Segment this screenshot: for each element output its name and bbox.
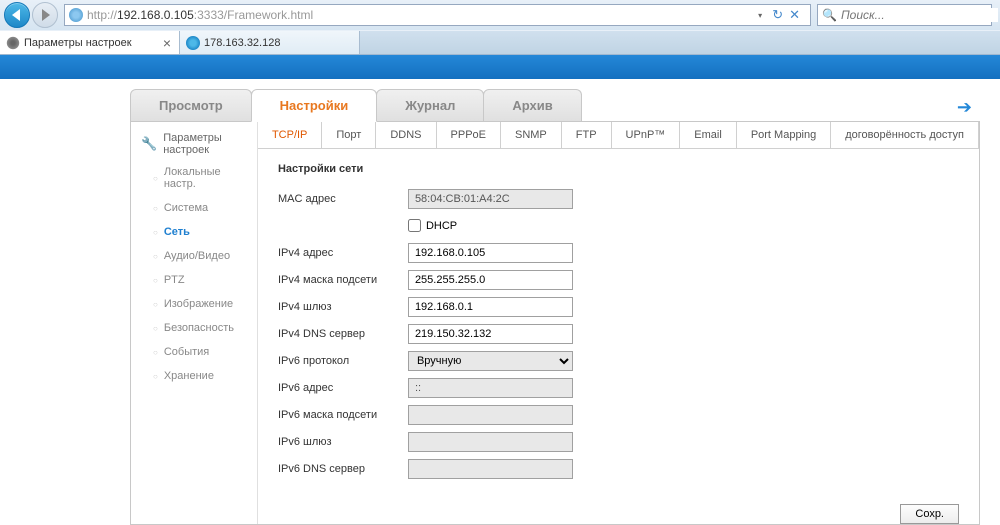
dhcp-checkbox-label[interactable]: DHCP bbox=[408, 219, 457, 232]
ipv6-dns-label: IPv6 DNS сервер bbox=[278, 463, 408, 475]
forward-button[interactable] bbox=[32, 2, 58, 28]
section-title: Настройки сети bbox=[278, 163, 959, 175]
tab-close-button[interactable]: × bbox=[161, 35, 173, 51]
sub-tabs: TCP/IP Порт DDNS PPPoE SNMP FTP UPnP™ Em… bbox=[258, 122, 979, 149]
subtab-portmap[interactable]: Port Mapping bbox=[737, 122, 831, 148]
browser-tab[interactable]: 178.163.32.128 bbox=[180, 31, 360, 54]
nav-bar: http://192.168.0.105:3333/Framework.html… bbox=[0, 0, 1000, 30]
tab-archive[interactable]: Архив bbox=[483, 89, 581, 121]
sidebar-item-ptz[interactable]: PTZ bbox=[131, 268, 257, 292]
ipv6-proto-label: IPv6 протокол bbox=[278, 355, 408, 367]
ipv6-mask-input[interactable] bbox=[408, 405, 573, 425]
sidebar-item-image[interactable]: Изображение bbox=[131, 292, 257, 316]
settings-panel: 🔧 Параметры настроек Локальные настр. Си… bbox=[130, 121, 980, 525]
sidebar-item-storage[interactable]: Хранение bbox=[131, 364, 257, 388]
ipv6-addr-input[interactable] bbox=[408, 378, 573, 398]
sidebar-item-local[interactable]: Локальные настр. bbox=[131, 160, 257, 196]
sidebar-item-av[interactable]: Аудио/Видео bbox=[131, 244, 257, 268]
url-text: http://192.168.0.105:3333/Framework.html bbox=[87, 8, 754, 22]
subtab-pppoe[interactable]: PPPoE bbox=[437, 122, 501, 148]
tab-view[interactable]: Просмотр bbox=[130, 89, 252, 121]
sidebar: 🔧 Параметры настроек Локальные настр. Си… bbox=[131, 122, 258, 524]
ipv6-gw-label: IPv6 шлюз bbox=[278, 436, 408, 448]
wrench-icon: 🔧 bbox=[141, 136, 157, 152]
sidebar-item-security[interactable]: Безопасность bbox=[131, 316, 257, 340]
content-area: TCP/IP Порт DDNS PPPoE SNMP FTP UPnP™ Em… bbox=[258, 122, 979, 524]
sidebar-item-network[interactable]: Сеть bbox=[131, 220, 257, 244]
browser-chrome: http://192.168.0.105:3333/Framework.html… bbox=[0, 0, 1000, 55]
dhcp-checkbox[interactable] bbox=[408, 219, 421, 232]
header-banner bbox=[0, 55, 1000, 79]
ipv4-dns-label: IPv4 DNS сервер bbox=[278, 328, 408, 340]
ipv6-proto-select[interactable]: Вручную bbox=[408, 351, 573, 371]
sidebar-header: 🔧 Параметры настроек bbox=[131, 128, 257, 160]
ipv6-gw-input[interactable] bbox=[408, 432, 573, 452]
ipv4-mask-input[interactable] bbox=[408, 270, 573, 290]
gear-icon bbox=[6, 36, 20, 50]
ipv6-mask-label: IPv6 маска подсети bbox=[278, 409, 408, 421]
arrow-right-icon bbox=[42, 9, 50, 21]
globe-icon bbox=[69, 8, 83, 22]
refresh-button[interactable]: ↻ bbox=[772, 7, 783, 23]
subtab-tcpip[interactable]: TCP/IP bbox=[258, 122, 322, 148]
main-tabs: Просмотр Настройки Журнал Архив ➔ bbox=[130, 89, 980, 121]
export-arrow-icon[interactable]: ➔ bbox=[957, 97, 972, 118]
arrow-left-icon bbox=[12, 9, 20, 21]
form-area: Настройки сети MAC адрес DHCP IPv4 адрес bbox=[258, 149, 979, 496]
ipv4-gw-label: IPv4 шлюз bbox=[278, 301, 408, 313]
app-container: Просмотр Настройки Журнал Архив ➔ 🔧 Пара… bbox=[0, 79, 1000, 525]
save-button[interactable]: Сохр. bbox=[900, 504, 959, 524]
tab-settings[interactable]: Настройки bbox=[251, 89, 378, 122]
browser-tab-title: 178.163.32.128 bbox=[204, 37, 353, 49]
sidebar-item-events[interactable]: События bbox=[131, 340, 257, 364]
search-icon: 🔍 bbox=[822, 8, 837, 22]
browser-tab-title: Параметры настроек bbox=[24, 37, 157, 49]
ipv4-gw-input[interactable] bbox=[408, 297, 573, 317]
subtab-snmp[interactable]: SNMP bbox=[501, 122, 562, 148]
url-bar[interactable]: http://192.168.0.105:3333/Framework.html… bbox=[64, 4, 811, 26]
subtab-upnp[interactable]: UPnP™ bbox=[612, 122, 681, 148]
mac-label: MAC адрес bbox=[278, 193, 408, 205]
subtab-email[interactable]: Email bbox=[680, 122, 737, 148]
subtab-port[interactable]: Порт bbox=[322, 122, 376, 148]
browser-tab[interactable]: Параметры настроек × bbox=[0, 31, 180, 54]
ipv4-addr-label: IPv4 адрес bbox=[278, 247, 408, 259]
search-box[interactable]: 🔍 bbox=[817, 4, 992, 26]
browser-tab-bar: Параметры настроек × 178.163.32.128 bbox=[0, 30, 1000, 54]
ie-icon bbox=[186, 36, 200, 50]
mac-input bbox=[408, 189, 573, 209]
ipv4-addr-input[interactable] bbox=[408, 243, 573, 263]
subtab-ddns[interactable]: DDNS bbox=[376, 122, 436, 148]
subtab-ftp[interactable]: FTP bbox=[562, 122, 612, 148]
sidebar-header-label: Параметры настроек bbox=[163, 132, 247, 156]
sidebar-item-system[interactable]: Система bbox=[131, 196, 257, 220]
subtab-access[interactable]: договорённость доступ bbox=[831, 122, 979, 148]
ipv6-addr-label: IPv6 адрес bbox=[278, 382, 408, 394]
back-button[interactable] bbox=[4, 2, 30, 28]
ipv4-dns-input[interactable] bbox=[408, 324, 573, 344]
ipv4-mask-label: IPv4 маска подсети bbox=[278, 274, 408, 286]
stop-button[interactable]: ✕ bbox=[789, 7, 800, 23]
tab-log[interactable]: Журнал bbox=[376, 89, 484, 121]
ipv6-dns-input[interactable] bbox=[408, 459, 573, 479]
url-dropdown-icon[interactable]: ▾ bbox=[754, 11, 766, 20]
search-input[interactable] bbox=[841, 8, 998, 22]
